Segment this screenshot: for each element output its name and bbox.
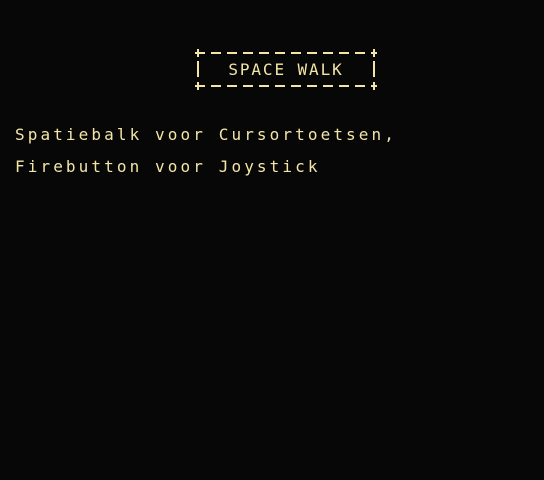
game-screen: SPACE WALK Spatiebalk voor Cursortoetsen… <box>0 0 544 480</box>
instruction-line-joystick: Firebutton voor Joystick <box>15 157 321 176</box>
game-title: SPACE WALK <box>228 60 344 79</box>
title-banner: SPACE WALK <box>191 47 381 91</box>
instruction-line-keyboard: Spatiebalk voor Cursortoetsen, <box>15 125 397 144</box>
